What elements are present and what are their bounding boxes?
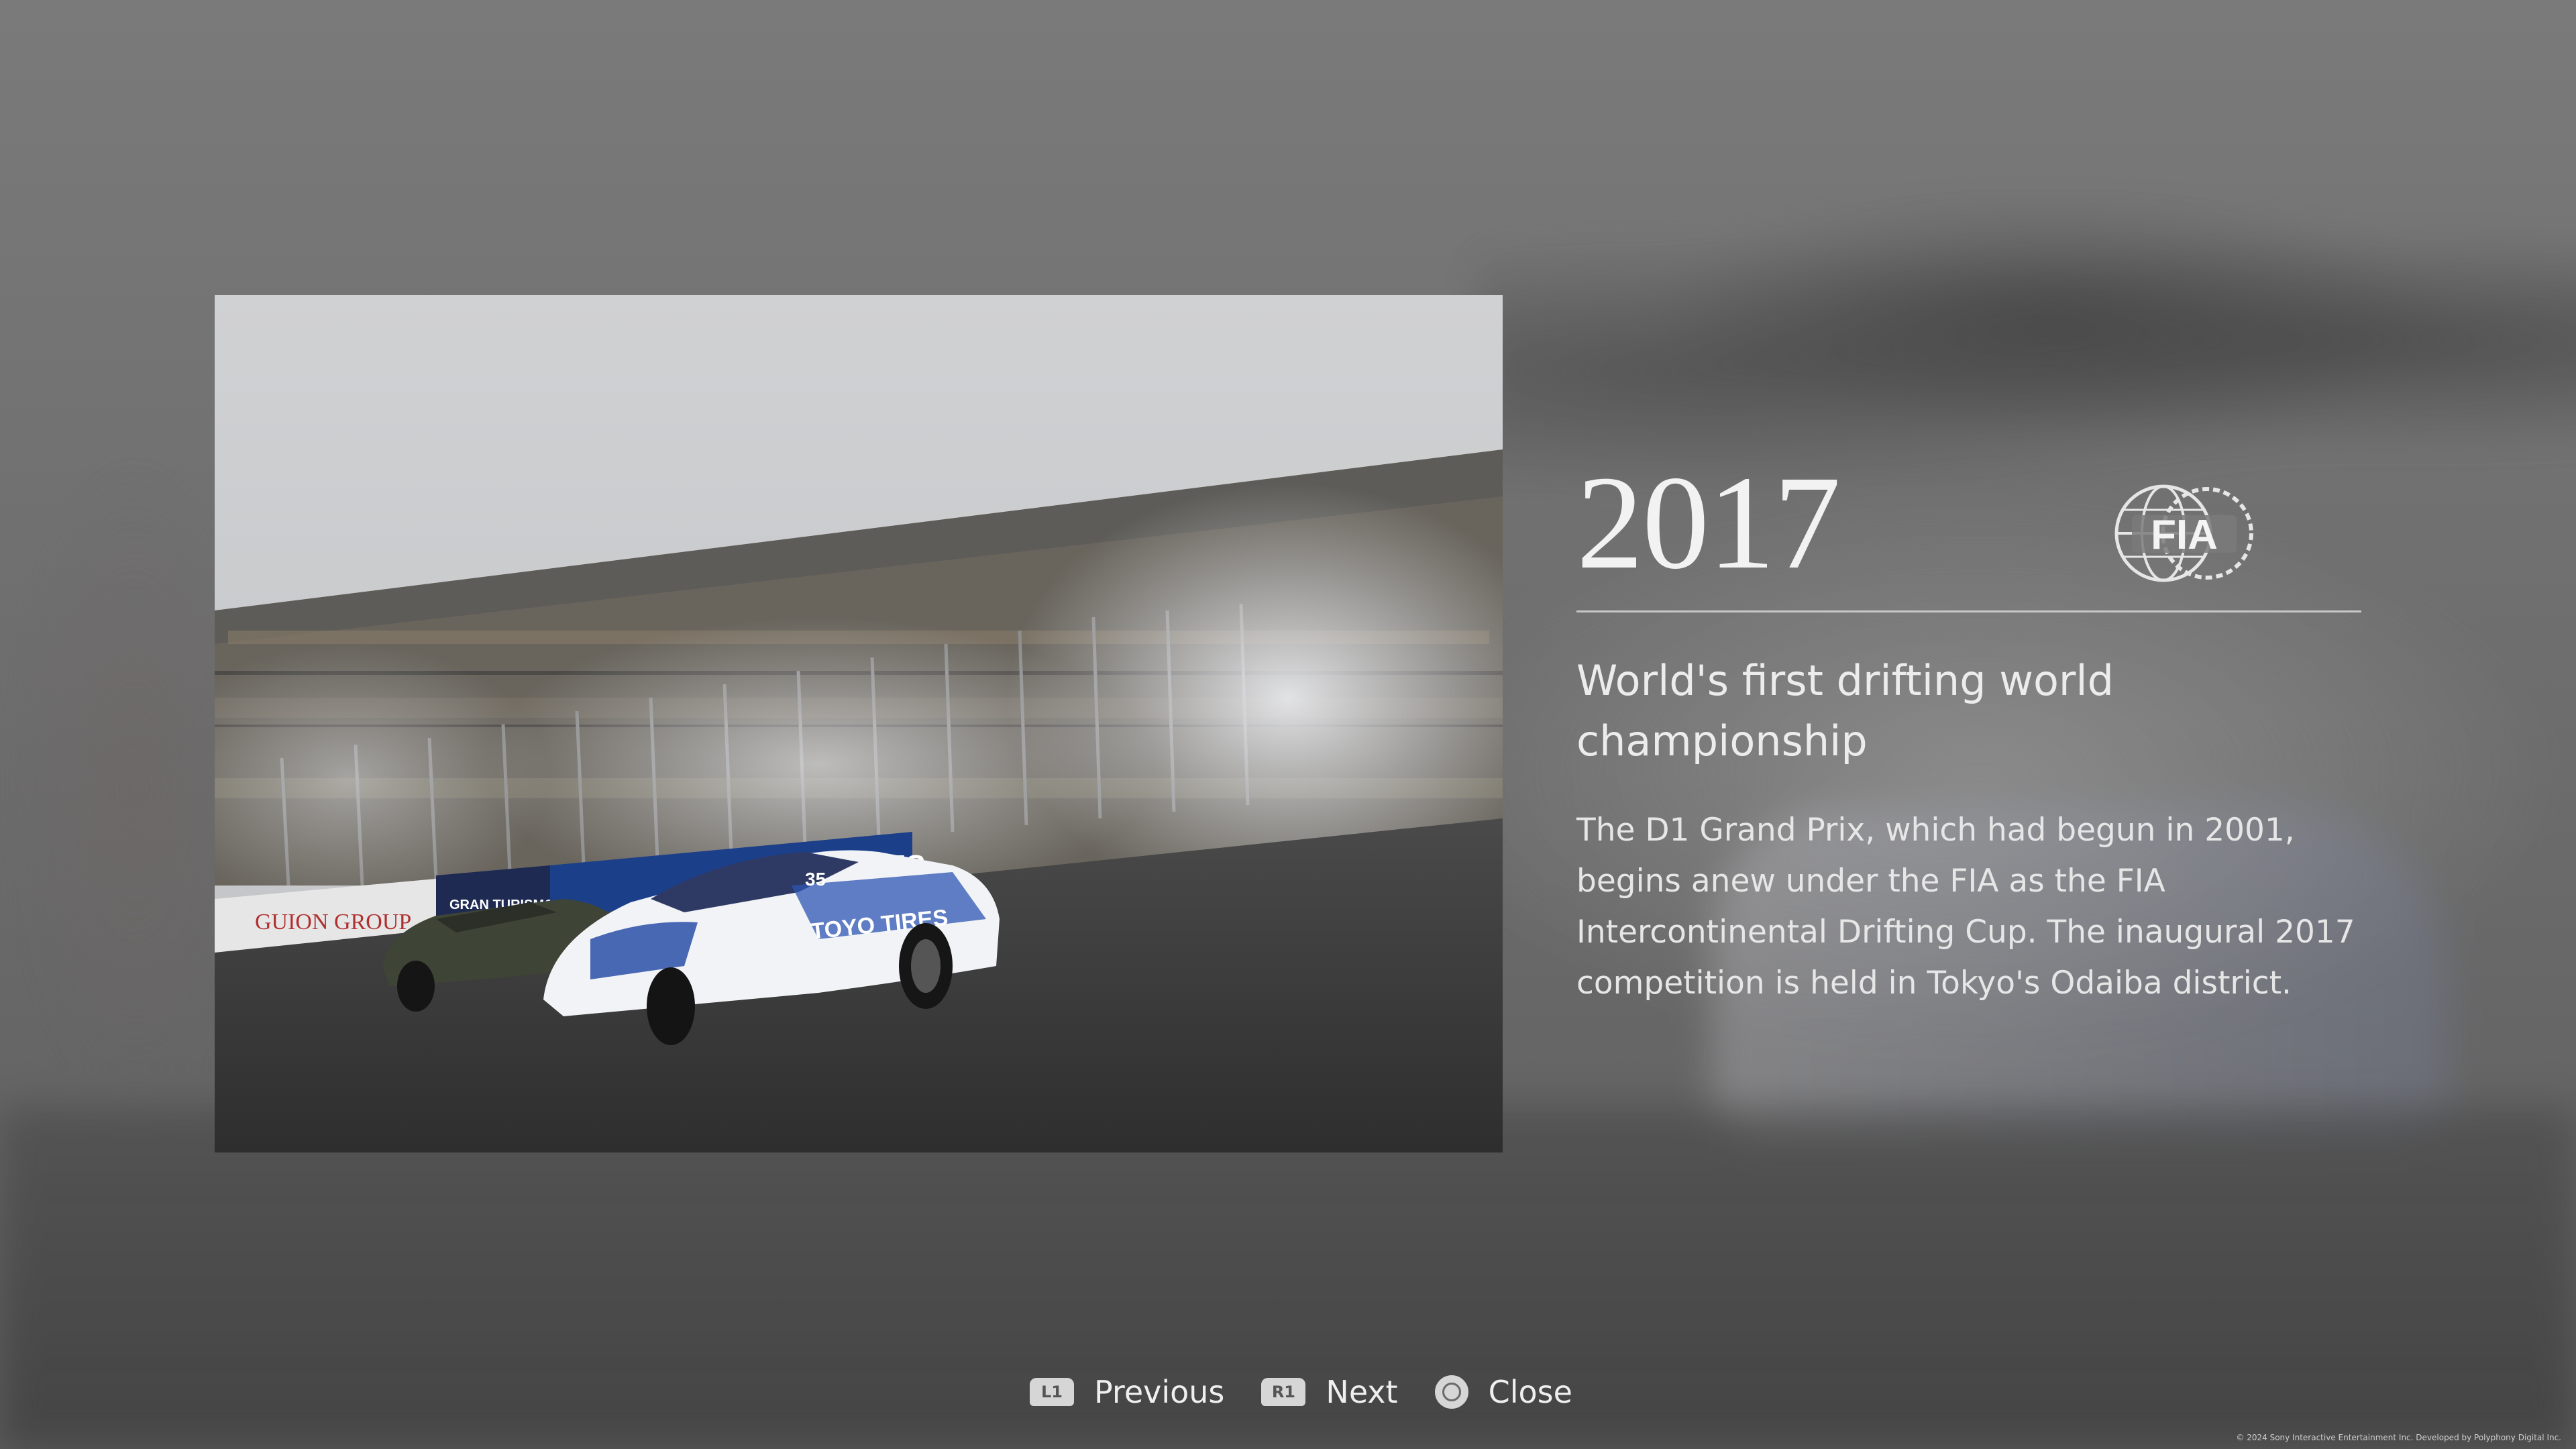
previous-label: Previous bbox=[1094, 1374, 1225, 1410]
title-divider bbox=[1576, 610, 2361, 612]
next-label: Next bbox=[1326, 1374, 1398, 1410]
svg-text:35: 35 bbox=[805, 869, 826, 890]
close-label: Close bbox=[1488, 1374, 1572, 1410]
svg-text:FIA: FIA bbox=[2151, 512, 2218, 558]
fia-logo-icon: FIA bbox=[2113, 483, 2255, 584]
previous-button[interactable]: L1 Previous bbox=[1030, 1374, 1224, 1410]
event-photo: GUION GROUP GRAN TURISMO TIRES TOYO bbox=[215, 295, 1503, 1152]
copyright-notice: © 2024 Sony Interactive Entertainment In… bbox=[2236, 1433, 2561, 1442]
svg-text:GUION GROUP: GUION GROUP bbox=[255, 910, 411, 934]
event-headline: World's first drifting world championshi… bbox=[1576, 656, 2114, 765]
l1-button-icon: L1 bbox=[1030, 1378, 1074, 1406]
r1-button-icon: R1 bbox=[1261, 1378, 1306, 1406]
close-button[interactable]: Close bbox=[1434, 1374, 1572, 1410]
event-description: The D1 Grand Prix, which had begun in 20… bbox=[1576, 812, 2355, 1002]
next-button[interactable]: R1 Next bbox=[1261, 1374, 1398, 1410]
circle-button-icon bbox=[1434, 1375, 1468, 1409]
controller-hints-bar: L1 Previous R1 Next Close bbox=[1030, 1368, 1609, 1415]
info-panel: 2017 FIA World's first drifting world ch… bbox=[1576, 456, 2361, 1002]
history-detail-screen: GUION GROUP GRAN TURISMO TIRES TOYO bbox=[0, 0, 2576, 1449]
